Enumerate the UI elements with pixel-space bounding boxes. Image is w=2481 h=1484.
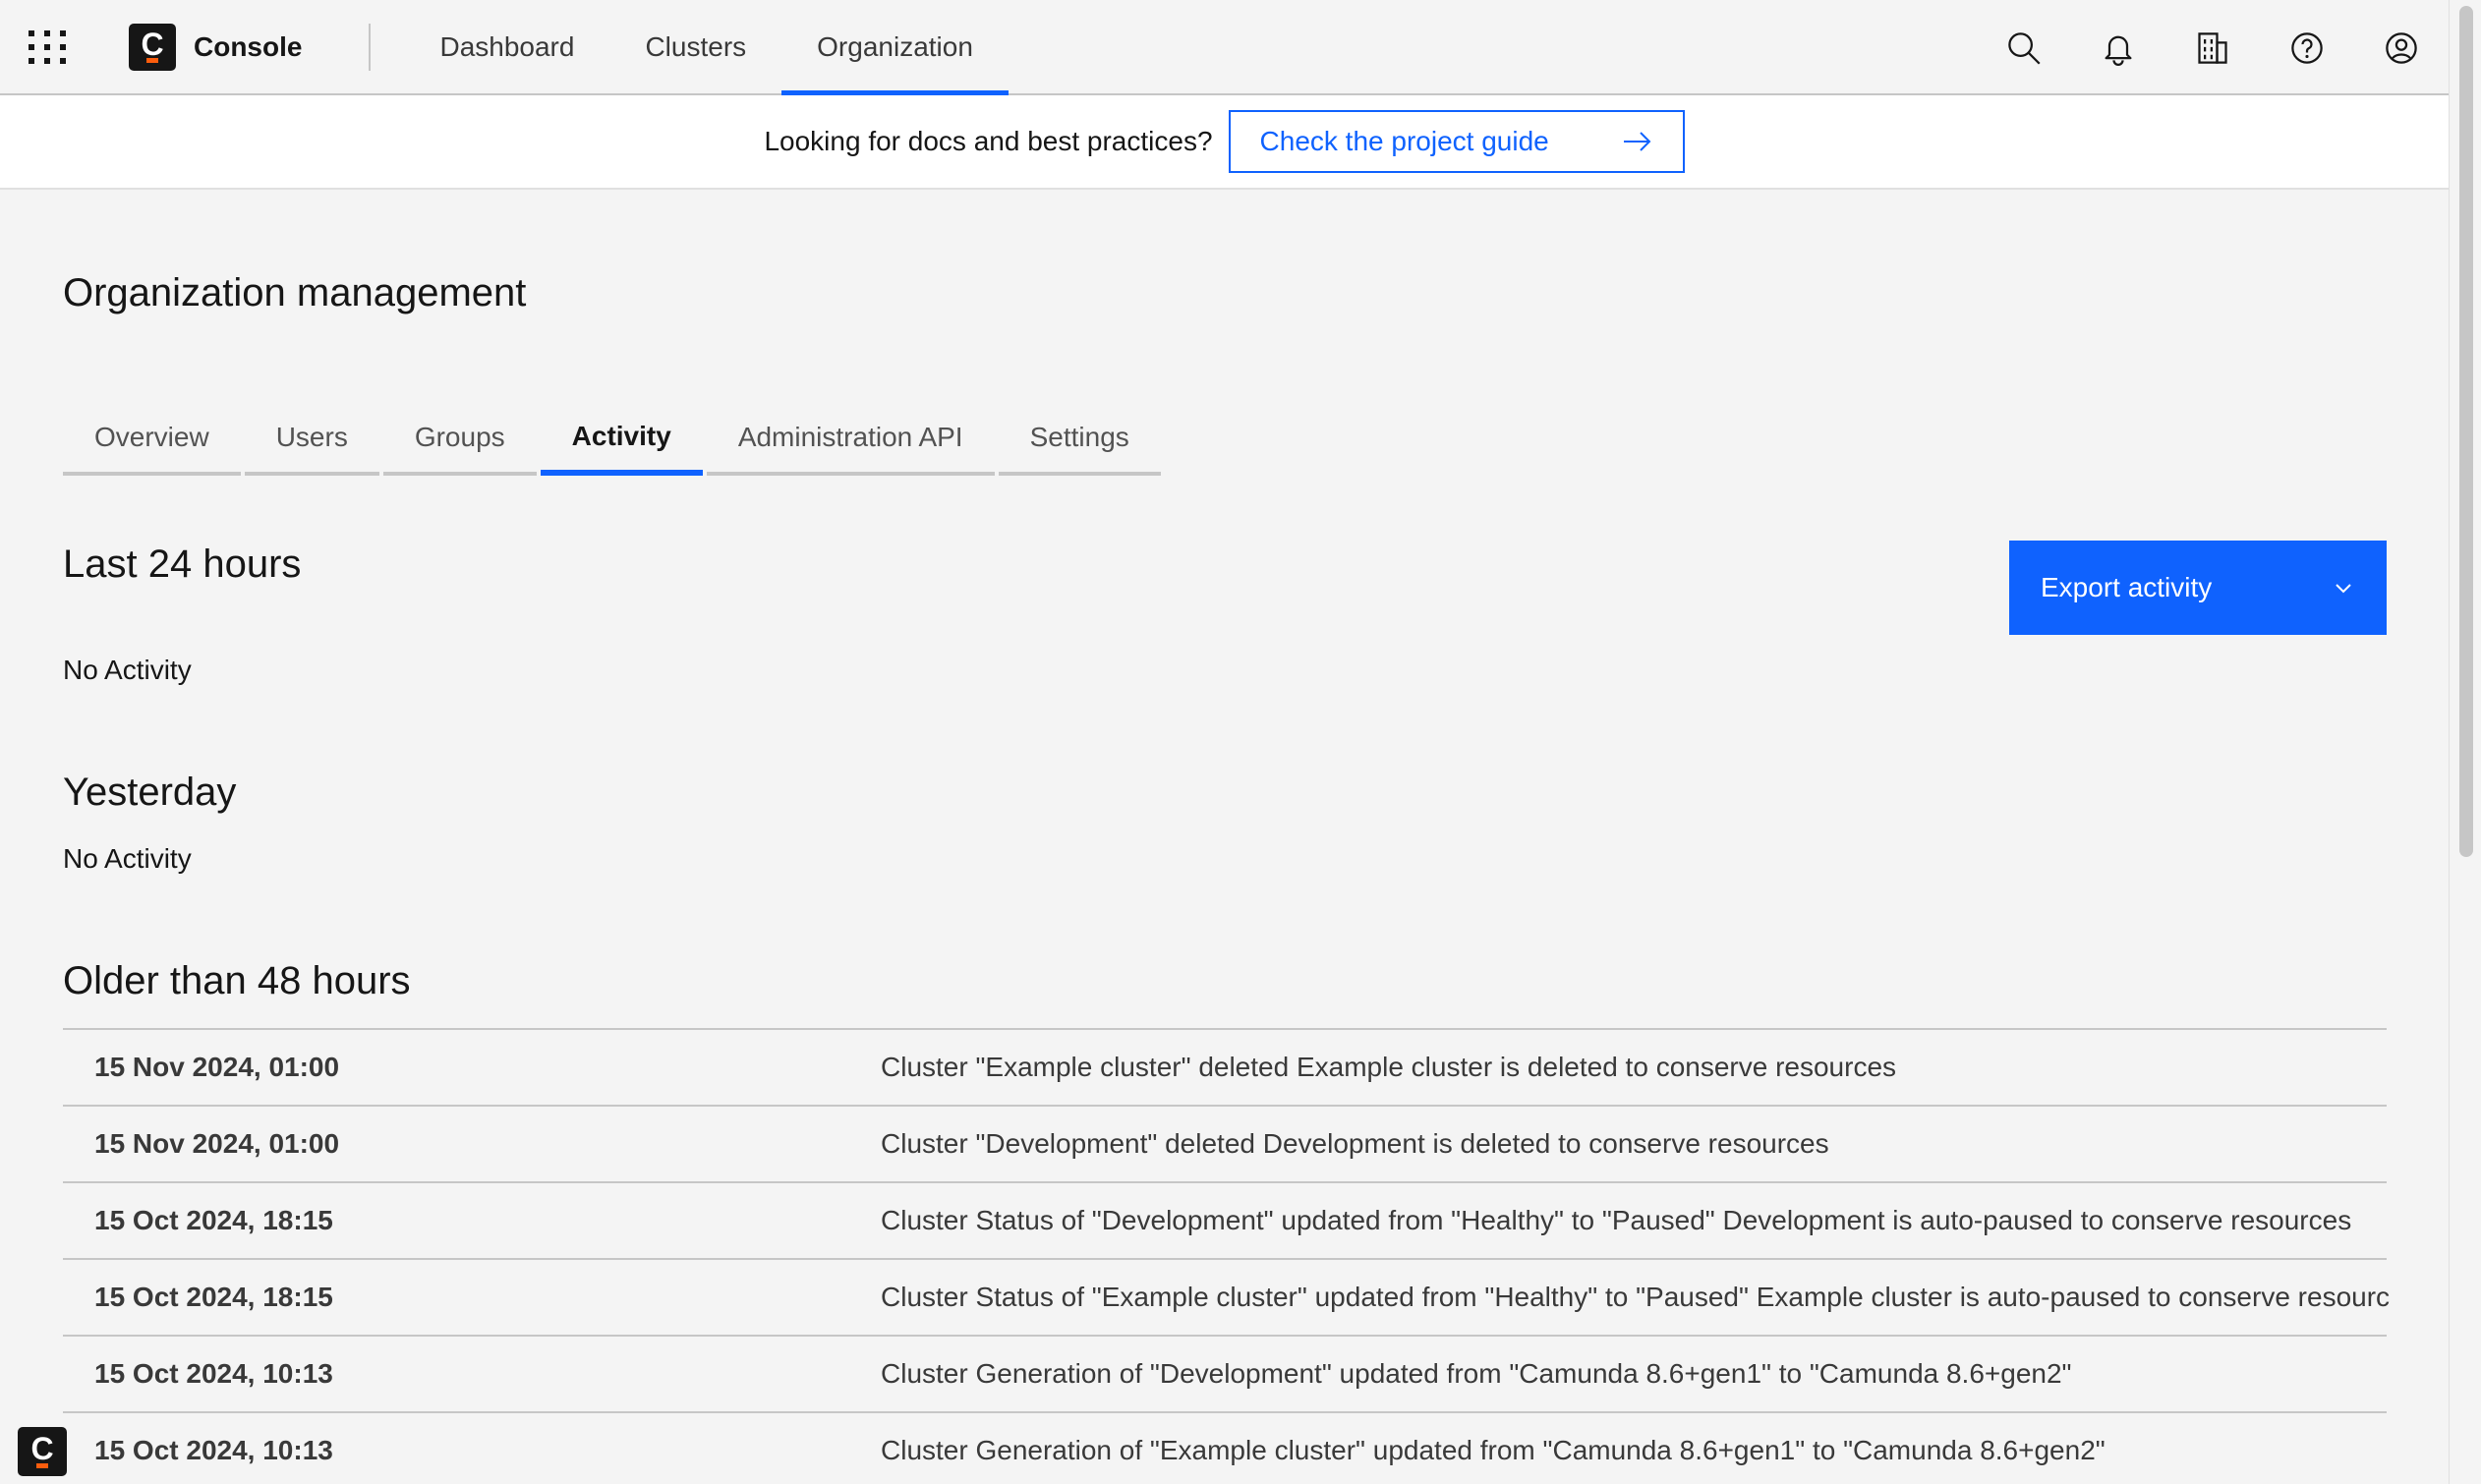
tab-administration-api[interactable]: Administration API	[706, 403, 995, 476]
docs-banner: Looking for docs and best practices? Che…	[0, 95, 2449, 190]
page-title: Organization management	[63, 271, 527, 314]
activity-date: 15 Oct 2024, 18:15	[94, 1282, 333, 1312]
table-row: 15 Oct 2024, 10:13 Cluster Generation of…	[63, 1335, 2387, 1411]
app-switcher-button[interactable]	[0, 0, 95, 94]
activity-description: Cluster "Example cluster" deleted Exampl…	[881, 1052, 1897, 1082]
nav-dashboard[interactable]: Dashboard	[404, 0, 609, 94]
tab-overview[interactable]: Overview	[63, 403, 241, 476]
help-button[interactable]	[2260, 0, 2354, 95]
activity-description: Cluster Status of "Development" updated …	[881, 1205, 2352, 1235]
user-profile-button[interactable]	[2354, 0, 2449, 95]
table-row: 15 Oct 2024, 10:13 Cluster Generation of…	[63, 1411, 2387, 1484]
organization-switcher-button[interactable]	[2165, 0, 2260, 95]
export-activity-label: Export activity	[2041, 572, 2213, 602]
bell-icon	[2105, 35, 2132, 66]
banner-text: Looking for docs and best practices?	[764, 126, 1213, 156]
header-actions	[1977, 0, 2449, 95]
section-last-24-hours: Last 24 hours	[63, 542, 302, 586]
org-tabs: Overview Users Groups Activity Administr…	[63, 403, 1165, 476]
activity-date: 15 Oct 2024, 10:13	[94, 1435, 333, 1465]
chevron-down-icon	[2336, 584, 2351, 594]
activity-description: Cluster "Development" deleted Developmen…	[881, 1128, 1829, 1159]
grid-icon	[28, 29, 68, 64]
building-icon	[2198, 31, 2227, 64]
section-older-than-48-hours: Older than 48 hours	[63, 959, 411, 1002]
project-guide-button[interactable]: Check the project guide	[1228, 110, 1685, 173]
user-avatar-icon	[2386, 31, 2417, 64]
main-nav: Dashboard Clusters Organization	[404, 0, 1009, 96]
nav-clusters[interactable]: Clusters	[609, 0, 781, 94]
activity-table-clip: 15 Nov 2024, 01:00 Cluster "Example clus…	[0, 0, 2449, 1484]
table-row: 15 Nov 2024, 01:00 Cluster "Development"…	[63, 1105, 2387, 1181]
tab-activity[interactable]: Activity	[540, 403, 703, 476]
last-24-hours-empty: No Activity	[63, 655, 192, 685]
camunda-corner-logo-icon[interactable]: C	[18, 1427, 67, 1476]
tab-users[interactable]: Users	[244, 403, 379, 476]
camunda-logo-icon: C	[129, 23, 176, 71]
nav-organization[interactable]: Organization	[781, 0, 1009, 96]
page-scrollbar[interactable]	[2449, 0, 2481, 1484]
brand-name: Console	[194, 30, 303, 62]
arrow-right-icon	[1623, 132, 1650, 151]
tab-settings[interactable]: Settings	[998, 403, 1161, 476]
search-icon	[2008, 31, 2041, 65]
table-row: 15 Oct 2024, 18:15 Cluster Status of "Ex…	[63, 1258, 2391, 1335]
yesterday-empty: No Activity	[63, 843, 192, 874]
tab-groups[interactable]: Groups	[382, 403, 537, 476]
activity-description: Cluster Generation of "Development" upda…	[881, 1358, 2072, 1389]
app-window: C Console Dashboard Clusters Organizatio…	[0, 0, 2481, 1484]
header-divider	[369, 23, 372, 71]
top-header: C Console Dashboard Clusters Organizatio…	[0, 0, 2449, 96]
search-button[interactable]	[1977, 0, 2071, 95]
activity-date: 15 Nov 2024, 01:00	[94, 1052, 340, 1082]
export-activity-button[interactable]: Export activity	[2009, 541, 2387, 635]
project-guide-label: Check the project guide	[1259, 126, 1549, 156]
activity-date: 15 Oct 2024, 10:13	[94, 1358, 333, 1389]
brand[interactable]: C Console	[129, 0, 302, 94]
activity-description: Cluster Status of "Example cluster" upda…	[881, 1282, 2391, 1312]
table-row: 15 Nov 2024, 01:00 Cluster "Example clus…	[63, 1028, 2387, 1105]
activity-table: 15 Nov 2024, 01:00 Cluster "Example clus…	[63, 1028, 2391, 1484]
activity-description: Cluster Generation of "Example cluster" …	[881, 1435, 2106, 1465]
activity-date: 15 Oct 2024, 18:15	[94, 1205, 333, 1235]
help-icon	[2291, 31, 2323, 64]
activity-date: 15 Nov 2024, 01:00	[94, 1128, 340, 1159]
notifications-button[interactable]	[2071, 0, 2165, 95]
scrollbar-thumb[interactable]	[2459, 6, 2473, 857]
table-row: 15 Oct 2024, 18:15 Cluster Status of "De…	[63, 1181, 2387, 1258]
section-yesterday: Yesterday	[63, 771, 237, 814]
